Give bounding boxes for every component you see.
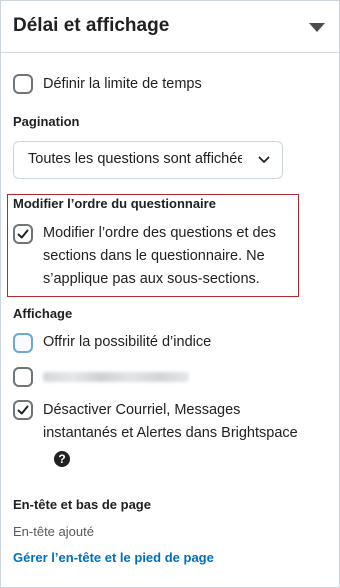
manage-header-footer-link[interactable]: Gérer l’en-tête et le pied de page (13, 550, 214, 565)
disable-alerts-label: Désactiver Courriel, Messages instantané… (43, 402, 298, 441)
blurred-option-label (43, 372, 189, 382)
time-limit-checkbox[interactable] (13, 74, 33, 94)
pagination-select[interactable]: Toutes les questions sont affichées sur … (13, 141, 283, 179)
checkmark-icon (17, 229, 29, 239)
time-limit-label: Définir la limite de temps (43, 76, 202, 92)
disable-alerts-checkbox[interactable] (13, 400, 33, 420)
chevron-down-icon (258, 156, 270, 163)
shuffle-order-checkbox[interactable] (13, 224, 33, 244)
question-circle-icon[interactable]: ? (54, 451, 70, 467)
display-heading: Affichage (13, 306, 73, 321)
panel-title: Délai et affichage (13, 15, 170, 36)
panel-header[interactable]: Délai et affichage (1, 1, 339, 52)
header-footer-status: En-tête ajouté (13, 524, 94, 539)
hint-checkbox[interactable] (13, 333, 33, 353)
header-divider (1, 52, 339, 53)
pagination-heading: Pagination (13, 114, 80, 129)
hint-label: Offrir la possibilité d’indice (43, 334, 212, 350)
pagination-selected-value: Toutes les questions sont affichées sur … (28, 151, 242, 167)
blurred-option-checkbox[interactable] (13, 367, 33, 387)
header-footer-heading: En-tête et bas de page (13, 497, 151, 512)
shuffle-order-label: Modifier l’ordre des questions et des se… (43, 225, 276, 287)
checkmark-icon (17, 405, 29, 415)
timing-display-panel: Délai et affichage Définir la limite de … (0, 0, 340, 588)
order-heading: Modifier l’ordre du questionnaire (13, 196, 216, 211)
collapse-caret-icon[interactable] (309, 23, 325, 32)
